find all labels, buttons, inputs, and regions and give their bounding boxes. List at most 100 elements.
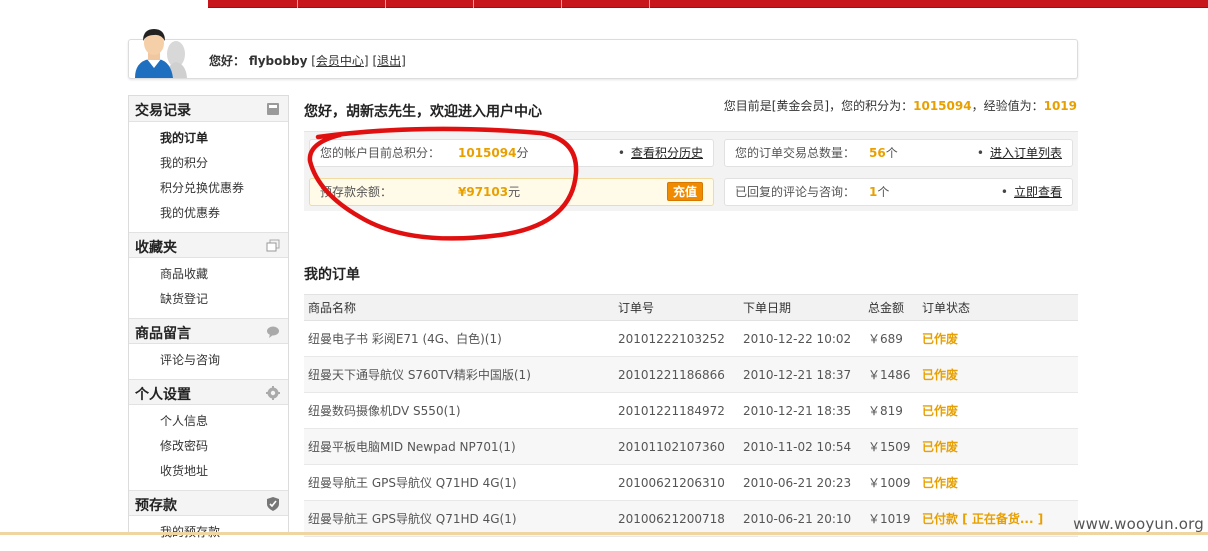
top-nav-tab[interactable] [386, 0, 474, 8]
sidebar: 交易记录 我的订单 我的积分 积分兑换优惠券 我的优惠券 收藏夹 商品收藏 缺货… [128, 95, 289, 539]
sidebar-item-personal-info[interactable]: 个人信息 [160, 409, 288, 434]
points-box: 您的帐户目前总积分： 1015094分 查看积分历史 [309, 139, 714, 167]
view-points-history-link[interactable]: 查看积分历史 [618, 140, 703, 166]
sidebar-section-title: 交易记录 [135, 103, 191, 119]
sidebar-item-product-favorites[interactable]: 商品收藏 [160, 262, 288, 287]
sidebar-item-my-points[interactable]: 我的积分 [160, 151, 288, 176]
sidebar-item-points-exchange[interactable]: 积分兑换优惠券 [160, 176, 288, 201]
orders-count-unit: 个 [885, 146, 898, 160]
deposit-amount: ¥97103 [458, 185, 509, 199]
order-date: 2010-06-21 20:23 [739, 464, 864, 501]
sidebar-section-settings[interactable]: 个人设置 [129, 379, 288, 405]
column-header-date: 下单日期 [739, 294, 864, 321]
avatar [135, 29, 187, 78]
orders-count-label: 您的订单交易总数量： [735, 146, 856, 160]
top-nav-bar [0, 0, 1208, 8]
product-name[interactable]: 纽曼导航王 GPS导航仪 Q71HD 4G(1) [304, 464, 614, 501]
table-row[interactable]: 纽曼平板电脑MID Newpad NP701(1) 20101102107360… [304, 428, 1078, 465]
username: flybobby [248, 54, 308, 68]
sidebar-section-trade[interactable]: 交易记录 [129, 96, 288, 122]
order-id[interactable]: 20100621206310 [614, 464, 739, 501]
sidebar-item-shipping-address[interactable]: 收货地址 [160, 459, 288, 484]
column-header-status: 订单状态 [918, 294, 1078, 321]
order-status: 已作废 [918, 356, 1078, 393]
product-name[interactable]: 纽曼数码摄像机DV S550(1) [304, 392, 614, 429]
sidebar-list-messages: 评论与咨询 [129, 344, 288, 379]
order-id[interactable]: 20101221184972 [614, 392, 739, 429]
order-amount: ￥1009 [864, 464, 918, 501]
folders-icon [266, 239, 280, 252]
top-nav-tab[interactable] [562, 0, 650, 8]
order-date: 2010-11-02 10:54 [739, 428, 864, 465]
sidebar-section-title: 商品留言 [135, 326, 191, 342]
exp-value: 1019 [1043, 99, 1077, 113]
sidebar-section-title: 收藏夹 [135, 240, 177, 256]
order-date: 2010-12-21 18:35 [739, 392, 864, 429]
order-status: 已作废 [918, 320, 1078, 357]
exp-label: ，经验值为： [971, 99, 1044, 113]
order-amount: ￥689 [864, 320, 918, 357]
reviews-value: 1个 [869, 179, 889, 205]
product-name[interactable]: 纽曼平板电脑MID Newpad NP701(1) [304, 428, 614, 465]
sidebar-section-title: 个人设置 [135, 387, 191, 403]
order-id[interactable]: 20101102107360 [614, 428, 739, 465]
logout-link[interactable]: [退出] [372, 54, 405, 68]
sidebar-item-out-of-stock[interactable]: 缺货登记 [160, 287, 288, 312]
sidebar-item-my-coupons[interactable]: 我的优惠券 [160, 201, 288, 226]
sidebar-list-trade: 我的订单 我的积分 积分兑换优惠券 我的优惠券 [129, 122, 288, 232]
user-bar: 您好： flybobby [会员中心] [退出] [128, 29, 1078, 79]
member-center-link[interactable]: [会员中心] [311, 54, 368, 68]
watermark: www.wooyun.org [1073, 515, 1204, 533]
order-date: 2010-12-22 10:02 [739, 320, 864, 357]
column-header-amount: 总金额 [864, 294, 918, 321]
top-nav-tab[interactable] [474, 0, 562, 8]
deposit-unit: 元 [508, 185, 521, 199]
table-row[interactable]: 纽曼数码摄像机DV S550(1) 20101221184972 2010-12… [304, 392, 1078, 429]
column-header-product: 商品名称 [304, 294, 614, 321]
greeting: 您好： flybobby [会员中心] [退出] [209, 52, 406, 69]
sidebar-list-favorites: 商品收藏 缺货登记 [129, 258, 288, 318]
points-box-value: 1015094分 [458, 140, 528, 166]
reviews-unit: 个 [877, 185, 890, 199]
orders-count-value: 56个 [869, 140, 898, 166]
view-now-link[interactable]: 立即查看 [1001, 179, 1062, 205]
sidebar-item-reviews[interactable]: 评论与咨询 [160, 348, 288, 373]
sidebar-item-change-password[interactable]: 修改密码 [160, 434, 288, 459]
orders-count-box: 您的订单交易总数量： 56个 进入订单列表 [724, 139, 1073, 167]
orders-count-number: 56 [869, 146, 886, 160]
sidebar-section-deposit[interactable]: 预存款 [129, 490, 288, 516]
points-box-number: 1015094 [458, 146, 517, 160]
recharge-button[interactable]: 充值 [666, 182, 703, 201]
member-level-text: 您目前是[黄金会员]，您的积分为： [723, 99, 914, 113]
deposit-label: 预存款余额： [320, 185, 393, 199]
order-status: 已作废 [918, 428, 1078, 465]
chat-bubble-icon [267, 326, 279, 338]
order-id[interactable]: 20101222103252 [614, 320, 739, 357]
orders-header-row: 商品名称 订单号 下单日期 总金额 订单状态 [304, 294, 1078, 321]
top-nav-tab[interactable] [208, 0, 298, 8]
order-date: 2010-12-21 18:37 [739, 356, 864, 393]
sidebar-section-favorites[interactable]: 收藏夹 [129, 232, 288, 258]
sidebar-item-my-orders[interactable]: 我的订单 [160, 126, 288, 151]
product-name[interactable]: 纽曼电子书 彩阅E71 (4G、白色)(1) [304, 320, 614, 357]
sidebar-section-title: 预存款 [135, 498, 177, 514]
deposit-value: ¥97103元 [458, 179, 520, 205]
points-value: 1015094 [913, 99, 972, 113]
order-status: 已作废 [918, 392, 1078, 429]
order-amount: ￥1509 [864, 428, 918, 465]
box-icon [267, 103, 279, 115]
table-row[interactable]: 纽曼导航王 GPS导航仪 Q71HD 4G(1) 20100621206310 … [304, 464, 1078, 501]
shield-check-icon [267, 497, 279, 511]
top-nav-tab[interactable] [298, 0, 386, 8]
product-name[interactable]: 纽曼天下通导航仪 S760TV精彩中国版(1) [304, 356, 614, 393]
reviews-label: 已回复的评论与咨询： [735, 185, 856, 199]
order-id[interactable]: 20101221186866 [614, 356, 739, 393]
enter-order-list-link[interactable]: 进入订单列表 [977, 140, 1062, 166]
reviews-box: 已回复的评论与咨询： 1个 立即查看 [724, 178, 1073, 206]
sidebar-section-messages[interactable]: 商品留言 [129, 318, 288, 344]
points-box-unit: 分 [516, 146, 529, 160]
table-row[interactable]: 纽曼电子书 彩阅E71 (4G、白色)(1) 20101222103252 20… [304, 320, 1078, 357]
orders-section-title: 我的订单 [304, 267, 360, 283]
greeting-label: 您好： [209, 54, 246, 68]
table-row[interactable]: 纽曼天下通导航仪 S760TV精彩中国版(1) 20101221186866 2… [304, 356, 1078, 393]
